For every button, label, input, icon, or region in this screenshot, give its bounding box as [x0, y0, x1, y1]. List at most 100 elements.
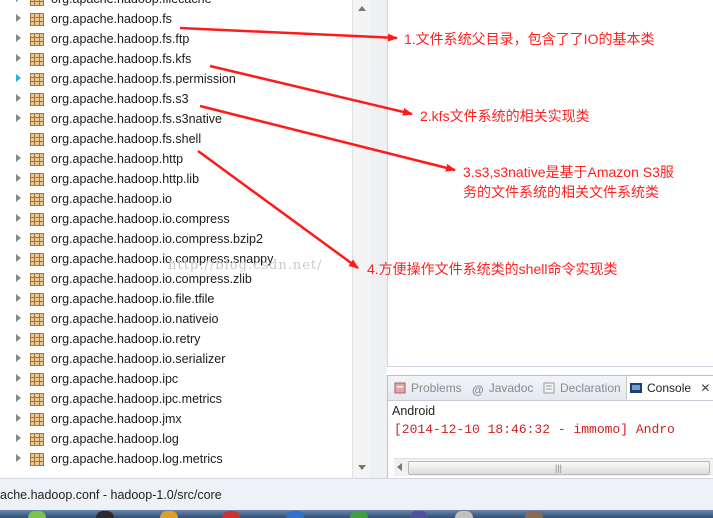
tree-row-label: org.apache.hadoop.log — [51, 432, 179, 446]
expand-arrow-icon[interactable] — [16, 194, 21, 202]
tab-declaration[interactable]: Declaration — [543, 376, 621, 400]
package-icon — [30, 372, 44, 386]
expand-arrow-icon[interactable] — [16, 294, 21, 302]
tree-row-label: org.apache.hadoop.io.compress.bzip2 — [51, 232, 263, 246]
tree-row[interactable]: org.apache.hadoop.fs — [0, 9, 352, 29]
taskbar-icon-4[interactable] — [222, 511, 240, 518]
tree-row-label: org.apache.hadoop.ipc — [51, 372, 179, 386]
tree-row-label: org.apache.hadoop.fs.s3 — [51, 92, 189, 106]
tree-row[interactable]: org.apache.hadoop.io.serializer — [0, 349, 352, 369]
expand-arrow-icon[interactable] — [16, 274, 21, 282]
scrollbar-thumb[interactable]: ||| — [408, 461, 710, 475]
package-icon — [30, 192, 44, 206]
package-icon — [30, 0, 44, 6]
taskbar-icon-1[interactable] — [28, 511, 46, 518]
package-icon — [30, 212, 44, 226]
tree-row-label: org.apache.hadoop.io.retry — [51, 332, 201, 346]
tab-javadoc[interactable]: @ Javadoc — [472, 376, 533, 400]
tree-row-label: org.apache.hadoop.log.metrics — [51, 452, 223, 466]
expand-arrow-icon[interactable] — [16, 14, 21, 22]
tab-problems[interactable]: Problems — [394, 376, 462, 400]
package-icon — [30, 312, 44, 326]
tree-row[interactable]: org.apache.hadoop.log — [0, 429, 352, 449]
scroll-down-arrow[interactable] — [358, 465, 366, 470]
expand-arrow-icon[interactable] — [16, 454, 21, 462]
taskbar-icon-7[interactable] — [410, 511, 428, 518]
tree-row-label: org.apache.hadoop.io.serializer — [51, 352, 226, 366]
expand-arrow-icon[interactable] — [16, 394, 21, 402]
tree-row[interactable]: org.apache.hadoop.http.lib — [0, 169, 352, 189]
expand-arrow-icon[interactable] — [16, 334, 21, 342]
package-icon — [30, 292, 44, 306]
tree-row[interactable]: org.apache.hadoop.io.retry — [0, 329, 352, 349]
package-icon — [30, 32, 44, 46]
problems-icon — [394, 378, 406, 394]
expand-arrow-icon[interactable] — [16, 414, 21, 422]
tree-row-label: org.apache.hadoop.ipc.metrics — [51, 392, 222, 406]
taskbar-icon-6[interactable] — [350, 511, 368, 518]
tree-row[interactable]: org.apache.hadoop.ipc.metrics — [0, 389, 352, 409]
package-icon — [30, 12, 44, 26]
package-icon — [30, 132, 44, 146]
tab-console[interactable]: Console ✕ — [626, 376, 713, 400]
tree-row[interactable]: org.apache.hadoop.io.compress — [0, 209, 352, 229]
tree-row[interactable]: org.apache.hadoop.fs.ftp — [0, 29, 352, 49]
close-icon[interactable]: ✕ — [700, 381, 710, 395]
tree-row-label: org.apache.hadoop.fs.permission — [51, 72, 236, 86]
declaration-icon — [543, 378, 555, 394]
taskbar-icon-9[interactable] — [525, 511, 543, 518]
tree-row[interactable]: org.apache.hadoop.fs.s3native — [0, 109, 352, 129]
expand-arrow-icon[interactable] — [16, 314, 21, 322]
taskbar-icon-2[interactable] — [96, 511, 114, 518]
taskbar-icon-3[interactable] — [160, 511, 178, 518]
expand-arrow-icon[interactable] — [16, 354, 21, 362]
expand-arrow-icon[interactable] — [16, 54, 21, 62]
vertical-scrollbar[interactable] — [352, 0, 371, 478]
expand-arrow-icon[interactable] — [16, 174, 21, 182]
expand-arrow-icon[interactable] — [16, 254, 21, 262]
tree-row[interactable]: org.apache.hadoop.log.metrics — [0, 449, 352, 469]
tree-row[interactable]: org.apache.hadoop.fs.kfs — [0, 49, 352, 69]
tree-row[interactable]: org.apache.hadoop.filecache — [0, 0, 352, 9]
expand-arrow-icon[interactable] — [16, 74, 21, 82]
tree-row[interactable]: org.apache.hadoop.jmx — [0, 409, 352, 429]
tree-row[interactable]: org.apache.hadoop.http — [0, 149, 352, 169]
package-icon — [30, 72, 44, 86]
tree-row[interactable]: org.apache.hadoop.io.file.tfile — [0, 289, 352, 309]
expand-arrow-icon[interactable] — [16, 234, 21, 242]
tree-row[interactable]: org.apache.hadoop.io — [0, 189, 352, 209]
package-icon — [30, 272, 44, 286]
taskbar-icon-8[interactable] — [455, 511, 473, 518]
annotation-note3-line2: 务的文件系统的相关文件系统类 — [463, 184, 659, 200]
expand-arrow-icon[interactable] — [16, 434, 21, 442]
tree-row-label: org.apache.hadoop.filecache — [51, 0, 212, 9]
horizontal-scrollbar[interactable]: ||| — [394, 458, 713, 476]
scroll-left-arrow[interactable] — [397, 463, 402, 471]
tree-row[interactable]: org.apache.hadoop.io.nativeio — [0, 309, 352, 329]
tree-row-label: org.apache.hadoop.jmx — [51, 412, 182, 426]
scroll-up-arrow[interactable] — [358, 6, 366, 11]
expand-arrow-icon[interactable] — [16, 374, 21, 382]
tree-row[interactable]: org.apache.hadoop.fs.shell — [0, 129, 352, 149]
tree-row[interactable]: org.apache.hadoop.ipc — [0, 369, 352, 389]
annotation-note1: 1.文件系统父目录，包含了了IO的基本类 — [404, 31, 655, 47]
package-icon — [30, 92, 44, 106]
tree-row-label: org.apache.hadoop.fs.ftp — [51, 32, 190, 46]
tree-row-label: org.apache.hadoop.fs.shell — [51, 132, 202, 146]
expand-arrow-icon[interactable] — [16, 0, 21, 2]
expand-arrow-icon[interactable] — [16, 214, 21, 222]
tree-row[interactable]: org.apache.hadoop.fs.permission — [0, 69, 352, 89]
expand-arrow-icon[interactable] — [16, 34, 21, 42]
tree-row-label: org.apache.hadoop.io.nativeio — [51, 312, 219, 326]
tree-row-label: org.apache.hadoop.fs.kfs — [51, 52, 192, 66]
package-icon — [30, 252, 44, 266]
tree-row-label: org.apache.hadoop.io — [51, 192, 172, 206]
tree-row[interactable]: org.apache.hadoop.io.compress.bzip2 — [0, 229, 352, 249]
tree-row[interactable]: org.apache.hadoop.fs.s3 — [0, 89, 352, 109]
tree-row-label: org.apache.hadoop.io.file.tfile — [51, 292, 215, 306]
expand-arrow-icon[interactable] — [16, 154, 21, 162]
taskbar-icon-5[interactable] — [286, 511, 304, 518]
expand-arrow-icon[interactable] — [16, 94, 21, 102]
expand-arrow-icon[interactable] — [16, 114, 21, 122]
package-icon — [30, 392, 44, 406]
